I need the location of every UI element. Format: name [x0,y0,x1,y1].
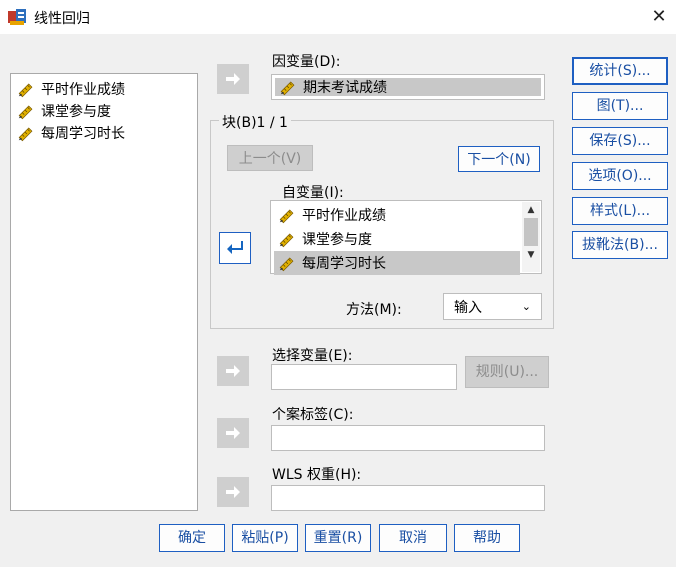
dependent-field[interactable]: 期末考试成绩 [271,74,545,100]
scrollbar-thumb[interactable] [524,218,538,246]
ruler-pencil-icon [18,83,33,98]
variable-label: 每周学习时长 [41,126,125,142]
arrow-left-return-icon [227,241,243,254]
move-case-label-button[interactable] [217,418,249,448]
ruler-pencil-icon [279,209,294,224]
statistics-button[interactable]: 统计(S)... [572,57,668,85]
arrow-right-icon [226,486,240,498]
method-select[interactable]: 输入 ⌄ [443,293,542,320]
case-label-field[interactable] [271,425,545,451]
plots-button[interactable]: 图(T)... [572,92,668,120]
variable-label: 课堂参与度 [41,104,111,120]
bootstrap-button[interactable]: 拔靴法(B)... [572,231,668,259]
variable-label: 平时作业成绩 [41,82,125,98]
window-title: 线性回归 [34,11,90,27]
list-item[interactable]: 课堂参与度 [11,100,197,122]
dependent-label: 因变量(D): [272,54,341,70]
block-label: 块(B)1 / 1 [219,112,291,132]
independent-label: 自变量(I): [282,185,344,201]
method-value: 输入 [454,299,482,316]
arrow-right-icon [226,427,240,439]
wls-weight-field[interactable] [271,485,545,511]
previous-block-button[interactable]: 上一个(V) [227,145,313,171]
variable-label: 课堂参与度 [302,232,372,248]
next-block-button[interactable]: 下一个(N) [458,146,540,172]
help-button[interactable]: 帮助 [454,524,520,552]
rule-button[interactable]: 规则(U)... [465,356,549,388]
ok-button[interactable]: 确定 [159,524,225,552]
source-variable-list[interactable]: 平时作业成绩 课堂参与度 每周学习时长 [10,73,198,511]
variable-label: 每周学习时长 [302,256,386,272]
scrollbar[interactable]: ▲ ▼ [522,202,540,272]
method-label: 方法(M): [346,302,402,318]
scroll-down-icon[interactable]: ▼ [522,248,540,262]
scroll-up-icon[interactable]: ▲ [522,202,540,216]
selection-variable-field[interactable] [271,364,457,390]
selection-variable-label: 选择变量(E): [272,348,353,364]
variable-label: 平时作业成绩 [302,208,386,224]
dependent-value: 期末考试成绩 [303,80,387,96]
ruler-pencil-icon [18,105,33,120]
list-item[interactable]: 平时作业成绩 [11,78,197,100]
cancel-button[interactable]: 取消 [379,524,447,552]
move-selection-button[interactable] [217,356,249,386]
move-dependent-button[interactable] [217,64,249,94]
wls-weight-label: WLS 权重(H): [272,467,362,483]
list-item[interactable]: 平时作业成绩 [274,203,520,227]
title-bar [0,0,676,34]
list-item[interactable]: 每周学习时长 [274,251,520,275]
ruler-pencil-icon [280,81,295,96]
ruler-pencil-icon [279,233,294,248]
options-button[interactable]: 选项(O)... [572,162,668,190]
paste-button[interactable]: 粘贴(P) [232,524,298,552]
list-item[interactable]: 每周学习时长 [11,122,197,144]
arrow-right-icon [226,365,240,377]
ruler-pencil-icon [279,257,294,272]
arrow-right-icon [226,73,240,85]
list-item[interactable]: 课堂参与度 [274,227,520,251]
move-independent-button[interactable] [219,232,251,264]
move-wls-button[interactable] [217,477,249,507]
app-icon [7,7,27,27]
reset-button[interactable]: 重置(R) [305,524,371,552]
case-label-label: 个案标签(C): [272,407,354,423]
close-icon[interactable]: ✕ [648,6,670,28]
independent-list[interactable]: 平时作业成绩 课堂参与度 每周学习时长 ▲ ▼ [270,200,542,275]
ruler-pencil-icon [18,127,33,142]
chevron-down-icon: ⌄ [521,300,531,313]
style-button[interactable]: 样式(L)... [572,197,668,225]
save-button[interactable]: 保存(S)... [572,127,668,155]
